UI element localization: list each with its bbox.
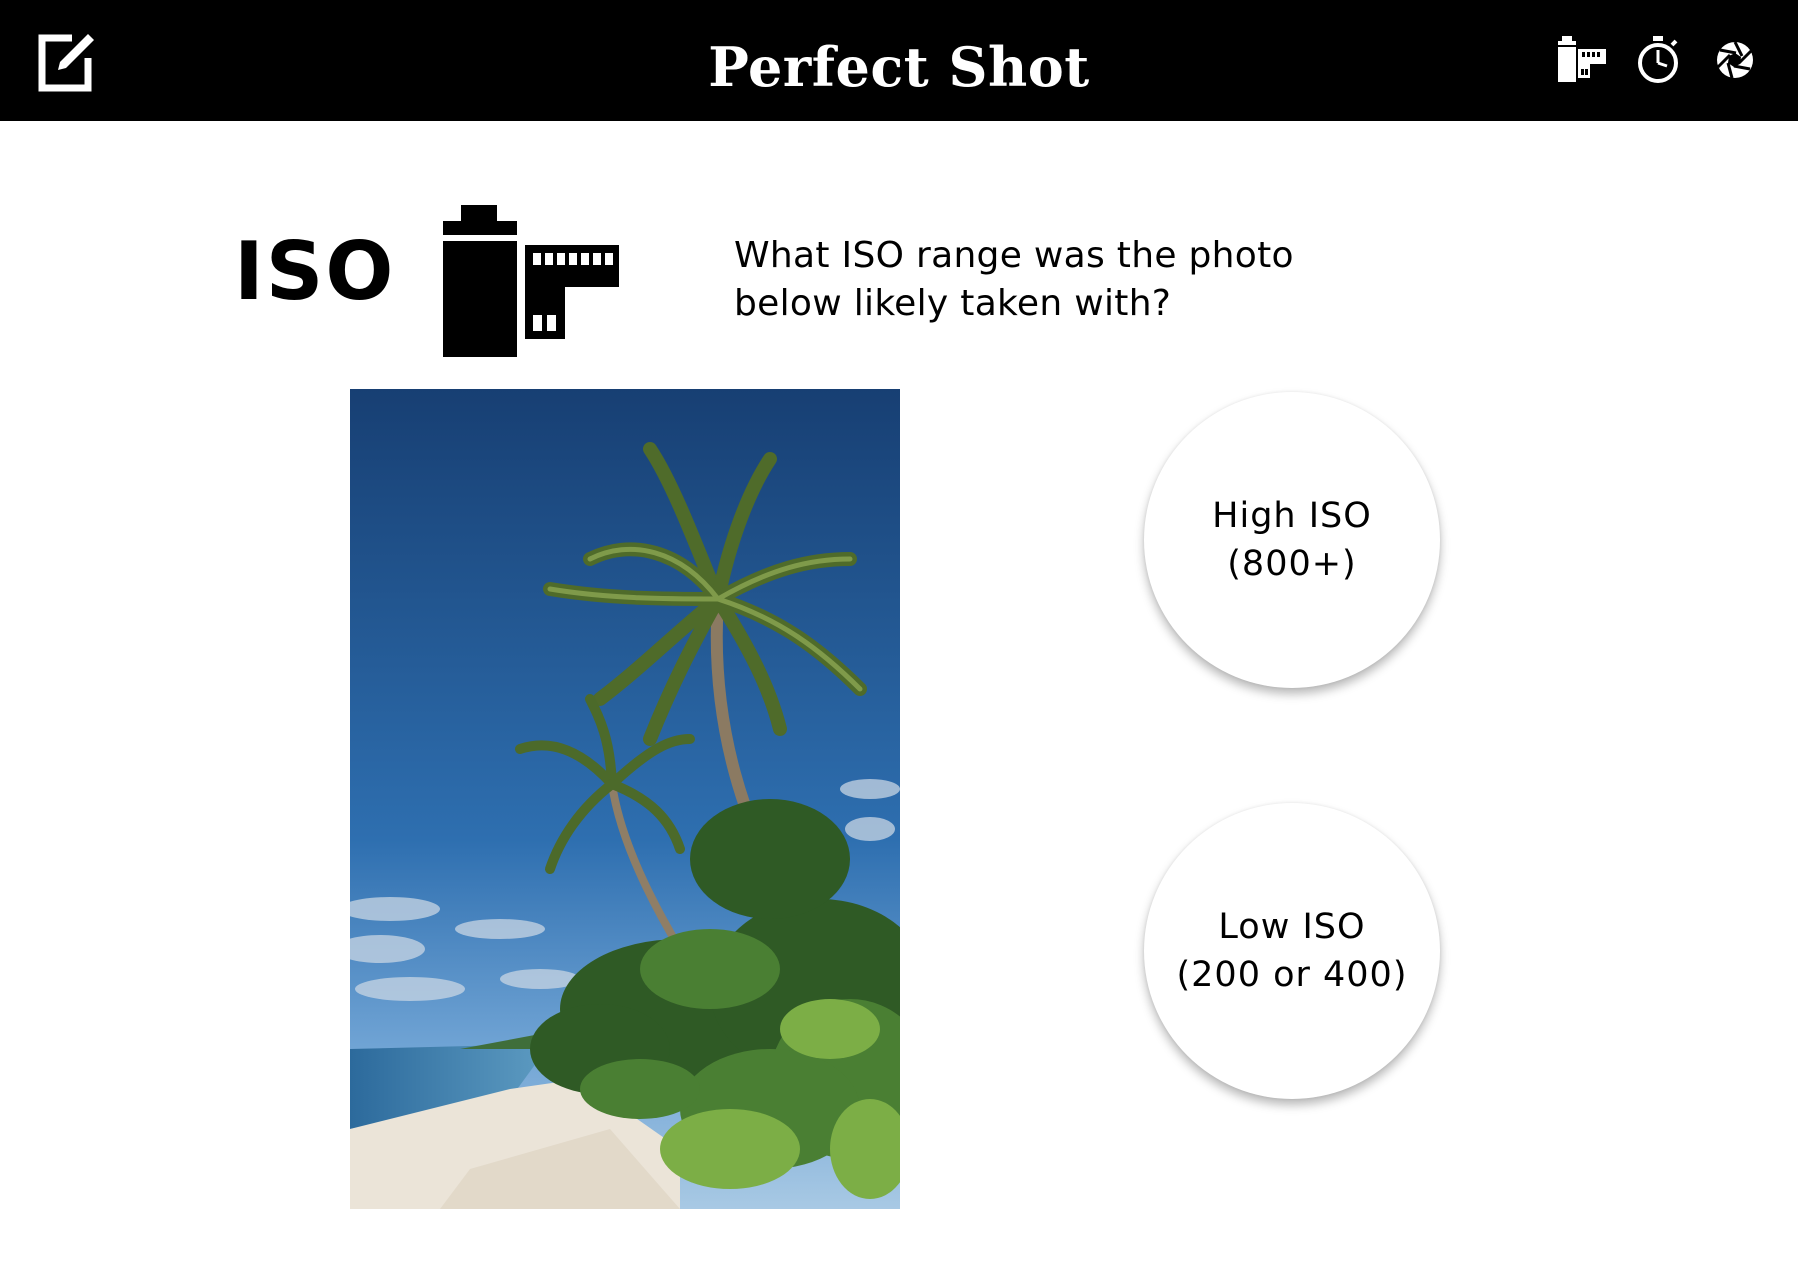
film-roll-icon[interactable] <box>1556 36 1606 84</box>
film-roll-icon <box>441 205 621 357</box>
answer-label: High ISO (800+) <box>1212 496 1372 584</box>
app-title: Perfect Shot <box>708 35 1090 99</box>
top-bar: Perfect Shot <box>0 0 1798 121</box>
answer-label: Low ISO (200 or 400) <box>1176 907 1408 995</box>
aperture-icon[interactable] <box>1710 36 1760 84</box>
answer-high-iso-button[interactable]: High ISO (800+) <box>1144 392 1440 688</box>
edit-icon[interactable] <box>36 32 96 94</box>
question-text: What ISO range was the photo below likel… <box>734 235 1294 324</box>
answer-low-iso-button[interactable]: Low ISO (200 or 400) <box>1144 803 1440 1099</box>
stopwatch-icon[interactable] <box>1633 36 1683 84</box>
beach-palm-trees-photo <box>350 389 900 1209</box>
category-label: ISO <box>234 225 396 318</box>
